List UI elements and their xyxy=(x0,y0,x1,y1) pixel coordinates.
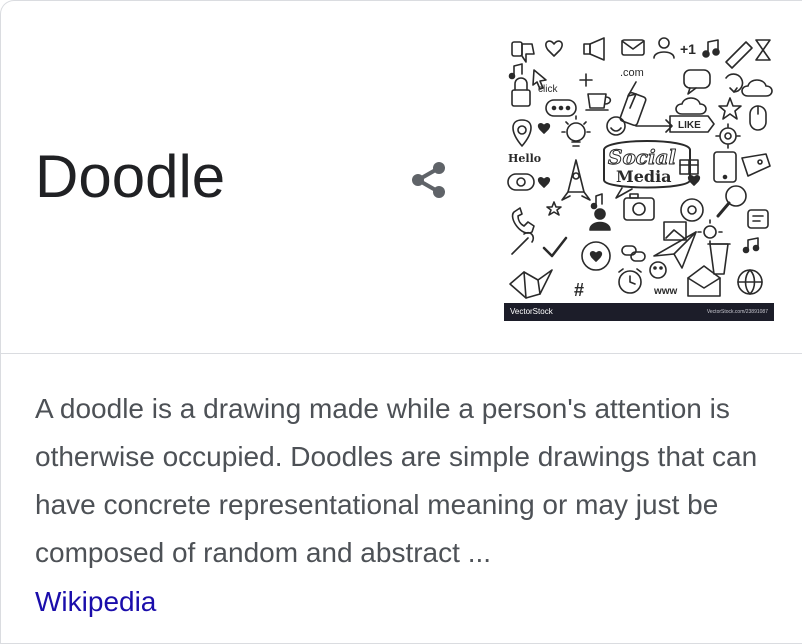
doodle-media: Media xyxy=(616,167,672,186)
heart-filled-icon xyxy=(687,175,701,186)
cloud-icon xyxy=(675,97,707,115)
link-chain-icon xyxy=(621,245,646,262)
speech-dots-icon xyxy=(545,99,577,117)
hourglass-icon xyxy=(755,39,771,61)
open-envelope-icon xyxy=(687,265,721,297)
magnifier-icon xyxy=(716,185,747,218)
tablet-icon xyxy=(713,151,737,183)
panel-header: Doodle +1 click .com LIKE Social Media H… xyxy=(1,1,802,353)
doodle-like: LIKE xyxy=(678,120,701,131)
mouse-icon xyxy=(749,105,767,131)
coffee-tall-icon xyxy=(707,243,731,275)
entity-thumbnail[interactable]: +1 click .com LIKE Social Media Hello # … xyxy=(504,34,774,321)
doodle-www: www xyxy=(653,286,678,297)
doodle-hello: Hello xyxy=(508,152,541,165)
megaphone-icon xyxy=(583,37,605,61)
lock-icon xyxy=(511,77,531,107)
entity-description: A doodle is a drawing made while a perso… xyxy=(35,393,758,568)
doodle-illustration: +1 click .com LIKE Social Media Hello # … xyxy=(507,37,773,300)
doodle-hash: # xyxy=(574,280,584,300)
envelope-icon xyxy=(621,39,645,56)
tag-icon xyxy=(741,153,771,177)
small-heart-icon xyxy=(537,123,551,134)
globe-icon xyxy=(737,269,763,295)
checkmark-icon xyxy=(542,236,568,258)
gear-icon xyxy=(715,123,741,149)
pencil-icon xyxy=(725,41,753,69)
map-icon xyxy=(509,269,553,299)
sun-icon xyxy=(697,219,723,245)
doodle-com: .com xyxy=(620,67,644,79)
star-icon xyxy=(718,97,742,120)
smiley-icon xyxy=(606,116,626,136)
header-divider xyxy=(1,353,802,354)
photo-frame-icon xyxy=(663,221,687,241)
phone-icon xyxy=(511,207,535,234)
person-icon xyxy=(589,208,611,231)
map-pin-icon xyxy=(512,119,532,147)
share-icon xyxy=(412,162,445,198)
social-media-bubble: Social Media xyxy=(603,140,691,199)
arrow-icon xyxy=(635,119,673,133)
sparkle-icon xyxy=(579,73,593,87)
doodle-social: Social xyxy=(608,145,677,169)
chat-square-icon xyxy=(747,209,769,229)
share-button[interactable] xyxy=(403,154,455,206)
gift-icon xyxy=(679,159,699,175)
music-note-icon xyxy=(702,39,720,58)
heart-chat-icon xyxy=(581,241,611,271)
eye-bubble-icon xyxy=(507,173,535,191)
user-icon xyxy=(653,37,675,59)
entity-title: Doodle xyxy=(35,143,226,210)
at-sign-icon xyxy=(680,198,704,222)
refresh-icon xyxy=(725,73,744,93)
alarm-clock-icon xyxy=(618,268,642,294)
knowledge-panel: Doodle +1 click .com LIKE Social Media H… xyxy=(0,0,802,644)
camera-icon xyxy=(623,193,655,221)
music-note-right-icon xyxy=(742,237,760,254)
like-badge-icon: LIKE xyxy=(669,115,715,133)
emoji-icon xyxy=(649,261,667,279)
star-small-icon xyxy=(546,201,562,216)
thumbnail-watermark-id: VectorStock.com/23891087 xyxy=(706,309,768,315)
music-notes-icon xyxy=(508,63,523,80)
wrench-icon xyxy=(511,231,535,255)
chat-bubble-icon xyxy=(683,69,711,95)
cloud-upload-icon xyxy=(741,79,773,97)
rocket-icon xyxy=(561,159,591,201)
coffee-cup-icon xyxy=(585,93,612,111)
doodle-click: click xyxy=(538,84,558,95)
thumbnail-watermark: VectorStock xyxy=(510,307,553,316)
heart-small-icon xyxy=(537,177,551,188)
doodle-plus-one: +1 xyxy=(680,41,696,57)
heart-icon xyxy=(545,40,563,57)
wikipedia-source-link[interactable]: Wikipedia xyxy=(35,578,156,626)
thumbnail-watermark-bar: VectorStock VectorStock.com/23891087 xyxy=(504,303,774,321)
music-note-small-icon xyxy=(590,193,603,210)
thumbs-down-icon xyxy=(511,41,535,63)
lightbulb-icon xyxy=(561,115,591,147)
